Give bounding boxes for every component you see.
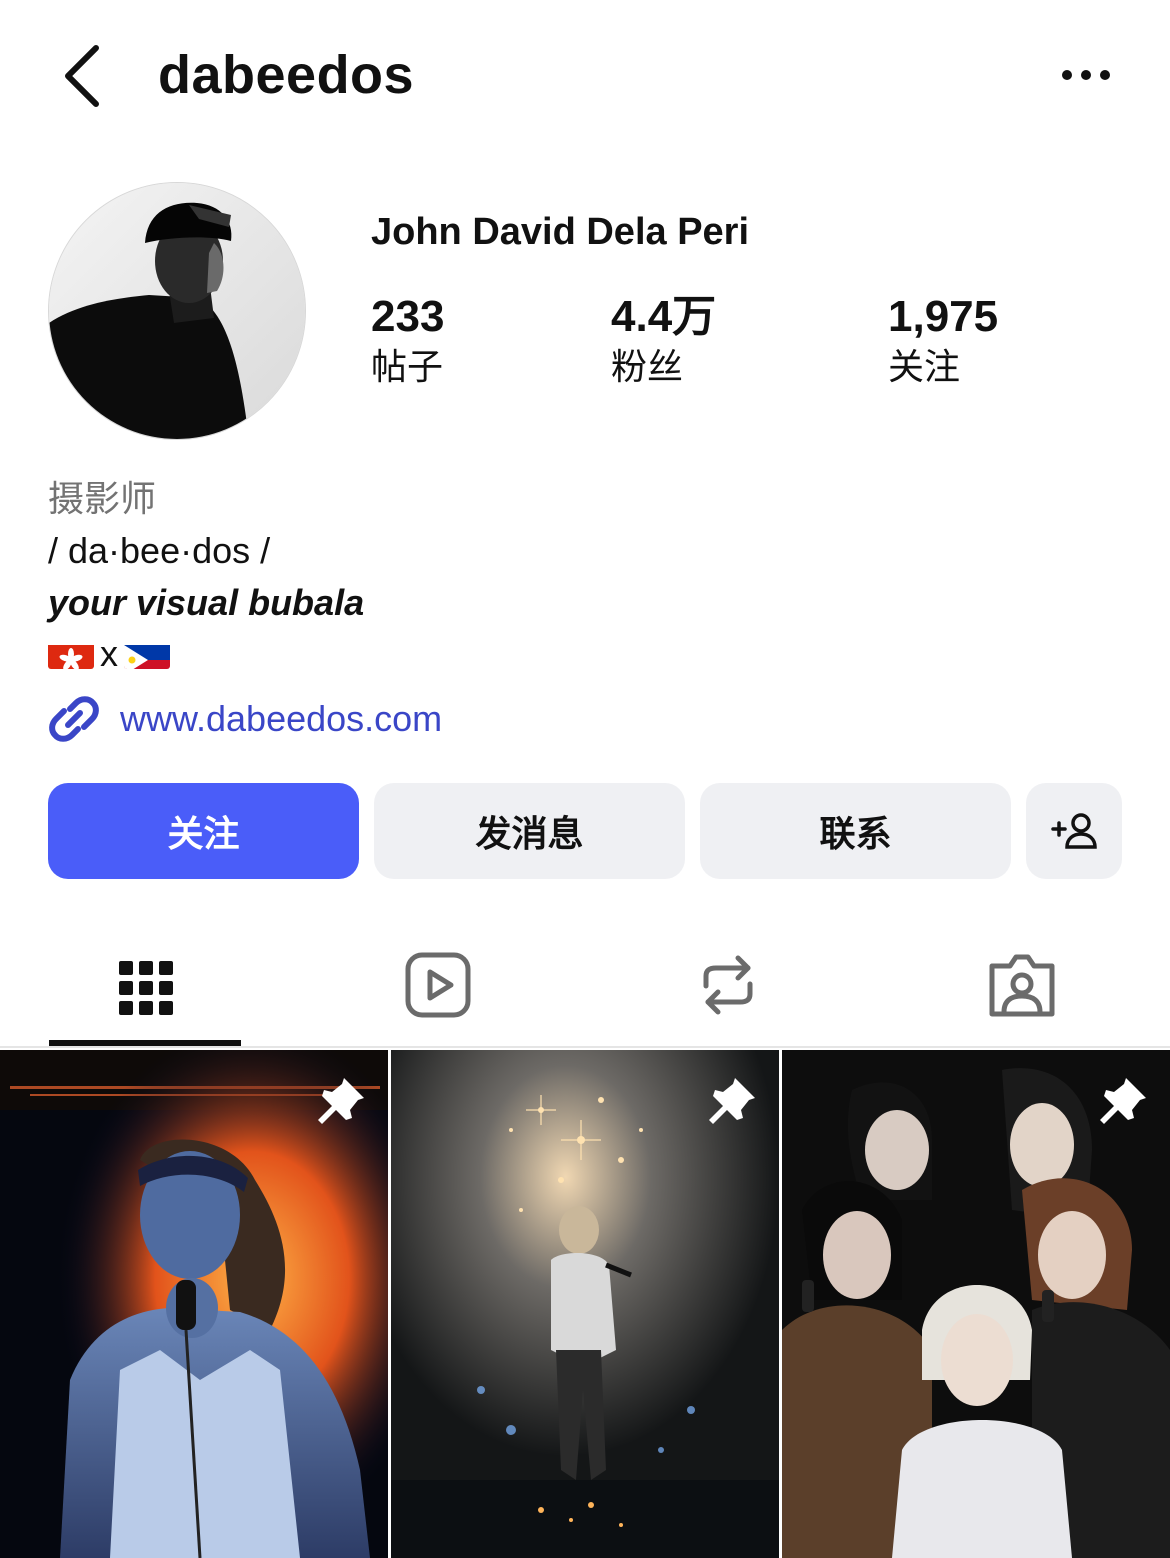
profile-username: dabeedos [158, 45, 415, 105]
philippines-flag-icon [124, 639, 170, 669]
hong-kong-flag-icon [48, 639, 94, 669]
following-count-label: 关注 [888, 347, 961, 388]
post-thumbnail[interactable] [391, 1050, 779, 1558]
tab-tagged[interactable] [972, 940, 1072, 1030]
bio-flag-separator: x [100, 633, 118, 674]
pin-icon [318, 1078, 364, 1124]
tab-reposts[interactable] [678, 940, 778, 1030]
followers-count-value: 4.4万 [611, 292, 717, 341]
repost-icon [703, 955, 753, 1015]
pin-icon [709, 1078, 755, 1124]
following-count[interactable]: 1,975 关注 [888, 288, 998, 390]
add-person-icon [1051, 813, 1097, 849]
more-horizontal-icon [1062, 70, 1110, 80]
profile-full-name: John David Dela Peri [371, 211, 750, 253]
tagged-icon [989, 954, 1055, 1017]
bio-category: 摄影师 [48, 479, 157, 520]
tab-divider [0, 1046, 1170, 1048]
bio-website-url[interactable]: www.dabeedos.com [120, 692, 442, 746]
bio-website-link[interactable]: www.dabeedos.com [48, 692, 442, 746]
grid-icon [119, 961, 173, 1015]
pin-icon [1100, 1078, 1146, 1124]
link-icon [49, 696, 99, 742]
tab-grid[interactable] [96, 940, 196, 1030]
avatar-photo [49, 183, 305, 439]
posts-count-label: 帖子 [371, 347, 444, 388]
message-button[interactable]: 发消息 [374, 783, 685, 879]
following-count-value: 1,975 [888, 292, 999, 341]
contact-button[interactable]: 联系 [700, 783, 1011, 879]
posts-count-value: 233 [371, 292, 445, 341]
more-options-button[interactable] [1056, 55, 1116, 95]
suggested-users-button[interactable] [1026, 783, 1122, 879]
followers-count[interactable]: 4.4万 粉丝 [611, 288, 716, 390]
follow-button[interactable]: 关注 [48, 783, 359, 879]
post-thumbnail[interactable] [0, 1050, 388, 1558]
bio-pronunciation: / da·bee·dos / [48, 530, 271, 571]
reels-icon [405, 952, 471, 1018]
chevron-left-icon [65, 45, 99, 107]
bio-flags-line: x [48, 630, 170, 678]
followers-count-label: 粉丝 [611, 347, 684, 388]
bio-tagline: your visual bubala [48, 582, 365, 623]
tab-reels[interactable] [388, 940, 488, 1030]
back-button[interactable] [52, 40, 112, 110]
posts-count[interactable]: 233 帖子 [371, 288, 444, 390]
profile-avatar[interactable] [48, 182, 306, 440]
post-thumbnail[interactable] [782, 1050, 1170, 1558]
